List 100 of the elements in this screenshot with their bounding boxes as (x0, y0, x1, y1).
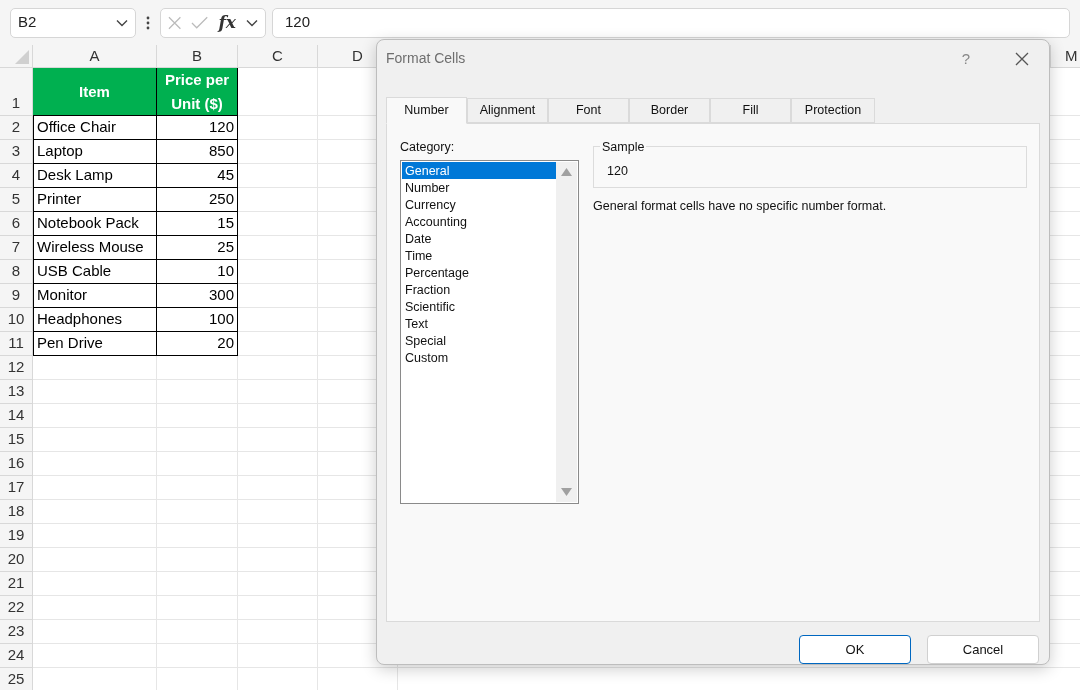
category-item[interactable]: Number (402, 179, 556, 197)
empty-cell[interactable] (157, 356, 238, 380)
dialog-tab[interactable]: Alignment (467, 97, 548, 123)
empty-cell[interactable] (157, 644, 238, 668)
empty-cell[interactable] (238, 620, 318, 644)
category-item[interactable]: Accounting (402, 213, 556, 231)
empty-cell[interactable] (238, 596, 318, 620)
category-item[interactable]: Percentage (402, 264, 556, 282)
category-item[interactable]: Currency (402, 196, 556, 214)
empty-cell[interactable] (238, 572, 318, 596)
dialog-tab[interactable]: Protection (791, 97, 875, 123)
row-header[interactable]: 8 (0, 260, 33, 284)
category-item[interactable]: Date (402, 230, 556, 248)
column-header[interactable]: A (33, 45, 157, 67)
cancel-button[interactable]: Cancel (927, 635, 1039, 664)
row-header[interactable]: 1 (0, 68, 33, 116)
row-header[interactable]: 12 (0, 356, 33, 380)
empty-cell[interactable] (157, 500, 238, 524)
empty-cell[interactable] (238, 164, 318, 188)
row-header[interactable]: 10 (0, 308, 33, 332)
insert-function-button[interactable]: fx (218, 14, 236, 31)
close-icon[interactable] (1015, 51, 1029, 66)
row-header[interactable]: 19 (0, 524, 33, 548)
empty-cell[interactable] (157, 380, 238, 404)
row-header[interactable]: 17 (0, 476, 33, 500)
empty-cell[interactable] (157, 548, 238, 572)
empty-cell[interactable] (238, 116, 318, 140)
empty-cell[interactable] (238, 236, 318, 260)
empty-cell[interactable] (238, 188, 318, 212)
empty-cell[interactable] (157, 620, 238, 644)
row-header[interactable]: 6 (0, 212, 33, 236)
sample-value: 120 (607, 162, 628, 180)
empty-cell[interactable] (238, 140, 318, 164)
dialog-tab[interactable]: Number (386, 96, 467, 124)
ok-button[interactable]: OK (799, 635, 911, 664)
column-header[interactable]: B (157, 45, 238, 67)
select-all-icon[interactable] (15, 50, 29, 64)
row-header[interactable]: 14 (0, 404, 33, 428)
empty-cell[interactable] (238, 476, 318, 500)
empty-cell[interactable] (238, 644, 318, 668)
category-item[interactable]: Text (402, 315, 556, 333)
empty-cell[interactable] (157, 452, 238, 476)
category-item[interactable]: Time (402, 247, 556, 265)
empty-cell[interactable] (157, 476, 238, 500)
category-item[interactable]: Custom (402, 349, 556, 367)
scroll-up-icon[interactable] (561, 168, 572, 177)
row-header[interactable]: 21 (0, 572, 33, 596)
dialog-tab[interactable]: Font (548, 97, 629, 123)
row-header[interactable]: 13 (0, 380, 33, 404)
row-header[interactable]: 2 (0, 116, 33, 140)
empty-cell[interactable] (238, 284, 318, 308)
empty-cell[interactable] (238, 212, 318, 236)
empty-cell[interactable] (238, 260, 318, 284)
row-header[interactable]: 16 (0, 452, 33, 476)
empty-cell[interactable] (238, 308, 318, 332)
check-icon[interactable] (191, 15, 209, 30)
empty-cell[interactable] (157, 596, 238, 620)
name-box[interactable]: B2 (10, 7, 136, 38)
row-header[interactable]: 9 (0, 284, 33, 308)
row-header[interactable]: 5 (0, 188, 33, 212)
row-header[interactable]: 24 (0, 644, 33, 668)
empty-cell[interactable] (238, 500, 318, 524)
row-header[interactable]: 18 (0, 500, 33, 524)
empty-cell[interactable] (157, 572, 238, 596)
table-cell: 100 (157, 308, 238, 332)
empty-cell[interactable] (238, 548, 318, 572)
row-header[interactable]: 25 (0, 668, 33, 690)
row-header[interactable]: 7 (0, 236, 33, 260)
row-header[interactable]: 22 (0, 596, 33, 620)
formula-field[interactable]: 120 (272, 7, 1070, 38)
empty-cell[interactable] (238, 404, 318, 428)
row-header[interactable]: 3 (0, 140, 33, 164)
table-cell: 20 (157, 332, 238, 356)
category-list[interactable]: General Number Currency Accounting Date Time Percentage Fraction Scientific Text Special Custom (400, 160, 579, 505)
row-header[interactable]: 20 (0, 548, 33, 572)
empty-cell[interactable] (238, 380, 318, 404)
empty-cell[interactable] (238, 428, 318, 452)
empty-cell[interactable] (238, 524, 318, 548)
category-item[interactable]: General (402, 162, 556, 180)
empty-cell[interactable] (238, 356, 318, 380)
cancel-icon[interactable] (168, 15, 182, 30)
dialog-tab[interactable]: Border (629, 97, 710, 123)
table-cell: 10 (157, 260, 238, 284)
row-header[interactable]: 15 (0, 428, 33, 452)
empty-cell[interactable] (238, 332, 318, 356)
empty-cell[interactable] (238, 452, 318, 476)
more-options-icon[interactable] (146, 15, 150, 30)
column-header[interactable]: C (238, 45, 318, 67)
category-item[interactable]: Scientific (402, 298, 556, 316)
scroll-down-icon[interactable] (561, 488, 572, 497)
empty-cell[interactable] (157, 428, 238, 452)
empty-cell[interactable] (157, 524, 238, 548)
dialog-tab[interactable]: Fill (710, 97, 791, 123)
empty-cell[interactable] (157, 404, 238, 428)
scrollbar[interactable] (556, 162, 577, 503)
row-header[interactable]: 11 (0, 332, 33, 356)
row-header[interactable]: 23 (0, 620, 33, 644)
row-header[interactable]: 4 (0, 164, 33, 188)
category-item[interactable]: Special (402, 332, 556, 350)
category-item[interactable]: Fraction (402, 281, 556, 299)
